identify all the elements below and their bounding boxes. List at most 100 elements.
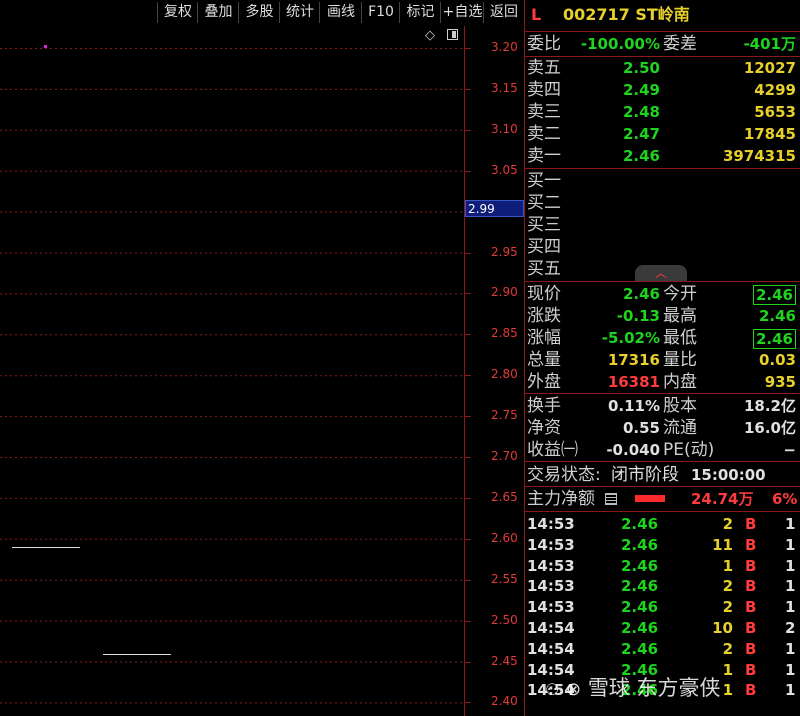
quote-value-2: 0.03	[758, 351, 796, 369]
fundamental-value: 0.55	[622, 419, 660, 437]
trade-row[interactable]: 14:53 2.46 2 B 1	[525, 597, 800, 618]
ask-volume: 5653	[754, 103, 796, 121]
trade-row[interactable]: 14:53 2.46 1 B 1	[525, 556, 800, 577]
main-flow-value: 24.74万	[691, 490, 754, 508]
bid-label: 买三	[527, 215, 561, 235]
trade-row[interactable]: 14:53 2.46 2 B 1	[525, 514, 800, 535]
ask-label: 卖五	[527, 58, 561, 78]
quote-value: 16381	[607, 373, 660, 391]
trade-side: B	[745, 619, 757, 637]
toolbar-button-0[interactable]: 复权	[157, 2, 198, 23]
price-tick-label: 2.80	[491, 367, 518, 382]
trade-row[interactable]: 14:54 2.46 10 B 2	[525, 618, 800, 639]
trade-volume: 1	[722, 556, 733, 575]
price-tick-label: 2.55	[491, 571, 518, 586]
ask-price: 2.47	[622, 125, 660, 143]
price-tick-label: 3.05	[491, 162, 518, 177]
list-icon[interactable]	[605, 493, 617, 505]
dot-mark	[44, 45, 47, 48]
fundamental-label-2: 流通	[663, 418, 697, 438]
main-flow-pct: 6%	[772, 490, 798, 508]
price-tick-label: 2.45	[491, 653, 518, 668]
ask-price: 2.49	[622, 81, 660, 99]
ask-volume: 12027	[743, 59, 796, 77]
fundamental-label-2: 股本	[663, 396, 697, 416]
wechat-icon: ⚇	[545, 680, 560, 699]
fundamental-row: 换手 0.11% 股本 18.2亿	[525, 395, 800, 417]
trading-status-row: 交易状态: 闭市阶段 15:00:00	[525, 464, 800, 486]
price-chart[interactable]: ◇	[0, 26, 464, 716]
chevron-up-icon: ︿	[655, 266, 668, 280]
trade-time: 14:54	[527, 619, 575, 637]
trade-volume: 10	[712, 619, 733, 637]
ask-row[interactable]: 卖一 2.46 3974315	[525, 145, 800, 167]
ask-label: 卖三	[527, 102, 561, 122]
bid-row[interactable]: 买一	[525, 170, 800, 192]
bid-row[interactable]: 买四	[525, 236, 800, 258]
tick-mark-3	[465, 170, 471, 172]
quote-row: 涨跌 -0.13 最高 2.46	[525, 305, 800, 327]
price-tick-label: 2.60	[491, 530, 518, 545]
trade-time: 14:53	[527, 598, 575, 617]
tick-mark-14	[465, 620, 471, 622]
weibi-value: -100.00%	[580, 35, 660, 53]
quote-label: 总量	[527, 350, 561, 370]
toolbar-button-7[interactable]: +自选	[440, 2, 484, 23]
trade-side: B	[745, 639, 757, 658]
order-ratio-row: 委比 -100.00% 委差 -401万	[525, 33, 800, 55]
price-axis: 3.203.153.103.053.002.952.902.852.802.75…	[464, 26, 525, 716]
trading-status-label: 交易状态:	[527, 465, 601, 485]
quote-label-2: 内盘	[663, 372, 697, 392]
trade-price: 2.46	[621, 556, 659, 575]
quote-label-2: 量比	[663, 350, 697, 370]
toolbar-button-2[interactable]: 多股	[238, 2, 280, 23]
trade-volume: 2	[722, 515, 733, 533]
chart-diamond-icon[interactable]: ◇	[425, 28, 435, 43]
fundamental-value-2: 16.0亿	[743, 419, 796, 437]
main-flow-row: 主力净额 24.74万 6%	[525, 488, 800, 510]
quote-row: 总量 17316 量比 0.03	[525, 349, 800, 371]
bid-row[interactable]: 买二	[525, 192, 800, 214]
collapse-button[interactable]: ︿	[635, 265, 687, 281]
price-tick-label: 2.40	[491, 694, 518, 709]
trade-count: 1	[785, 577, 796, 596]
trade-count: 1	[785, 515, 796, 533]
tick-mark-1	[465, 88, 471, 90]
trade-row[interactable]: 14:54 2.46 2 B 1	[525, 639, 800, 660]
ask-label: 卖四	[527, 80, 561, 100]
quote-panel: L 002717 ST岭南 委比 -100.00% 委差 -401万 卖五 2.5…	[524, 0, 800, 716]
weicha-value: -401万	[743, 35, 796, 53]
chart-panel-icon[interactable]	[447, 29, 458, 40]
toolbar-button-3[interactable]: 统计	[279, 2, 320, 23]
quote-value: 17316	[607, 351, 660, 369]
low-mark-2	[103, 654, 171, 655]
trade-row[interactable]: 14:53 2.46 11 B 1	[525, 535, 800, 556]
quote-value-2: 935	[764, 373, 796, 391]
watermark: ⚇ ⊗ 雪球 东方豪侠	[545, 672, 721, 702]
ask-row[interactable]: 卖二 2.47 17845	[525, 123, 800, 145]
tick-mark-15	[465, 661, 471, 663]
ask-volume: 3974315	[722, 147, 796, 165]
fundamental-label: 净资	[527, 418, 561, 438]
ask-price: 2.50	[622, 59, 660, 77]
bid-label: 买五	[527, 259, 561, 279]
fundamental-label: 换手	[527, 396, 561, 416]
ask-row[interactable]: 卖四 2.49 4299	[525, 79, 800, 101]
trade-volume: 2	[722, 577, 733, 596]
trade-price: 2.46	[621, 598, 659, 617]
bid-row[interactable]: 买三	[525, 214, 800, 236]
toolbar-button-8[interactable]: 返回	[483, 2, 524, 23]
tick-mark-10	[465, 457, 471, 458]
toolbar-button-4[interactable]: 画线	[319, 2, 362, 23]
trade-time: 14:54	[527, 639, 575, 658]
quote-value-2: 2.46	[758, 307, 796, 325]
main-flow-bar	[635, 495, 665, 502]
tick-mark-0	[465, 48, 471, 49]
trade-time: 14:53	[527, 556, 575, 575]
ask-row[interactable]: 卖五 2.50 12027	[525, 57, 800, 79]
toolbar-button-6[interactable]: 标记	[399, 2, 441, 23]
ask-row[interactable]: 卖三 2.48 5653	[525, 101, 800, 123]
toolbar-button-1[interactable]: 叠加	[197, 2, 239, 23]
trade-row[interactable]: 14:53 2.46 2 B 1	[525, 576, 800, 597]
toolbar-button-5[interactable]: F10	[361, 2, 400, 23]
